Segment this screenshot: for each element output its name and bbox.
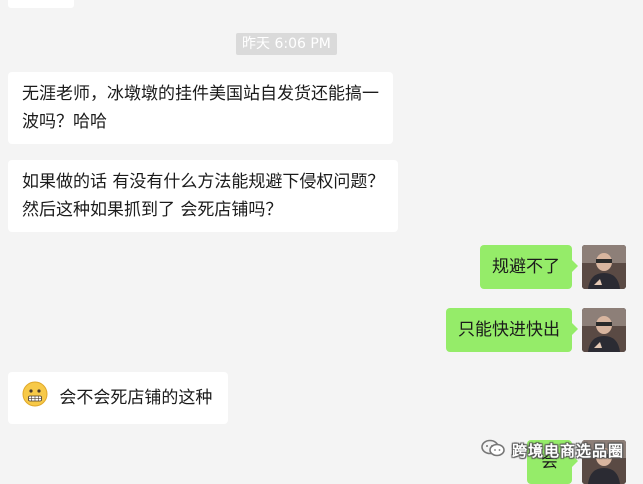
message-bubble-incoming[interactable]: 如果做的话 有没有什么方法能规避下侵权问题？然后这种如果抓到了 会死店铺吗？ xyxy=(8,160,398,232)
chat-window: 昨天 6:06 PM 无涯老师，冰墩墩的挂件美国站自发货还能搞一波吗？哈哈 如果… xyxy=(0,0,643,484)
person-avatar-icon xyxy=(582,308,626,352)
avatar[interactable] xyxy=(582,245,626,289)
message-bubble-incoming[interactable]: 无涯老师，冰墩墩的挂件美国站自发货还能搞一波吗？哈哈 xyxy=(8,72,393,144)
message-text: 只能快进快出 xyxy=(458,320,560,340)
grimace-face-icon xyxy=(22,381,48,415)
message-bubble-outgoing[interactable]: 只能快进快出 xyxy=(446,308,578,352)
message-bubble-outgoing[interactable]: 规避不了 xyxy=(480,245,578,289)
message-timestamp: 昨天 6:06 PM xyxy=(236,33,337,55)
message-text: 无涯老师，冰墩墩的挂件美国站自发货还能搞一波吗？哈哈 xyxy=(22,84,379,132)
watermark-text: 跨境电商选品圈 xyxy=(512,441,625,460)
message-bubble-incoming[interactable]: 会不会死店铺的这种 xyxy=(8,372,228,424)
message-text: 如果做的话 有没有什么方法能规避下侵权问题？然后这种如果抓到了 会死店铺吗？ xyxy=(22,172,385,220)
message-text: 规避不了 xyxy=(492,257,560,277)
wechat-channel-icon xyxy=(480,438,506,462)
avatar[interactable] xyxy=(582,308,626,352)
watermark: 跨境电商选品圈 xyxy=(480,438,624,462)
person-avatar-icon xyxy=(582,245,626,289)
message-text: 会不会死店铺的这种 xyxy=(59,388,213,408)
previous-message-bubble[interactable] xyxy=(8,0,74,8)
